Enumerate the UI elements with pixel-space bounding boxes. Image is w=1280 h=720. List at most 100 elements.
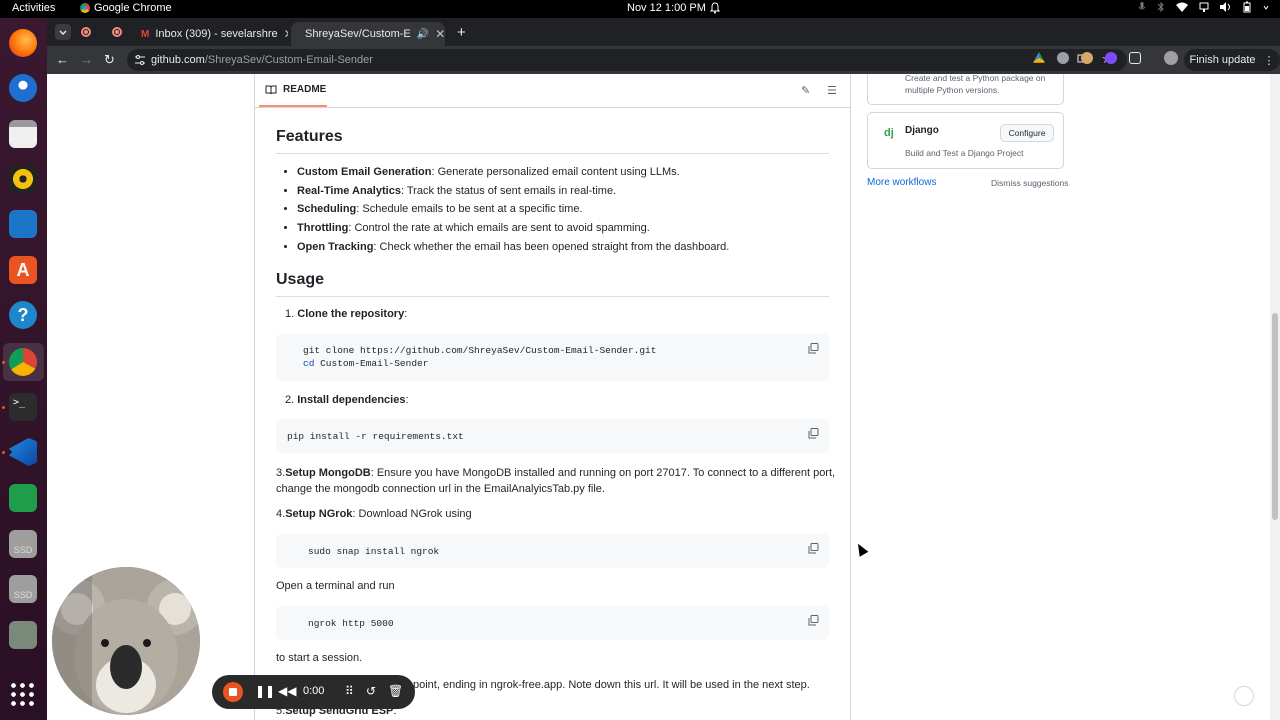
readme-panel: README ✎ ☰ Features Custom Email Generat… (254, 74, 851, 720)
github-page: README ✎ ☰ Features Custom Email Generat… (47, 74, 1270, 720)
feature-name: Real-Time Analytics (297, 184, 401, 197)
back-button[interactable]: ← (56, 52, 69, 67)
forward-button[interactable]: → (80, 52, 93, 67)
running-indicator (2, 406, 5, 409)
restart-icon[interactable]: ↺ (366, 684, 376, 698)
feature-desc: : Check whether the email has been opene… (373, 240, 730, 253)
close-tab-icon[interactable]: ✕ (284, 27, 288, 41)
profile-avatar[interactable] (1164, 51, 1178, 65)
terminal-icon[interactable]: >_ (9, 393, 37, 421)
ssd-drive-icon-2[interactable]: SSD (9, 575, 37, 603)
running-indicator (2, 361, 5, 364)
software-center-icon[interactable]: A (9, 256, 37, 284)
feature-desc: : Generate personalized email content us… (431, 166, 680, 178)
system-tray[interactable] (1138, 1, 1270, 13)
features-list: Custom Email Generation: Generate person… (276, 163, 729, 257)
stop-recording-button[interactable] (223, 682, 243, 702)
tab-strip: M Inbox (309) - sevelarshre ✕ ShreyaSev/… (47, 18, 1280, 46)
feature-name: Open Tracking (297, 240, 374, 253)
files-icon[interactable] (9, 120, 37, 148)
activities-button[interactable]: Activities (12, 2, 55, 14)
step-text: change the mongodb connection url in the… (276, 483, 605, 495)
show-apps-icon[interactable] (9, 681, 37, 709)
step-1: 1. Clone the repository: (285, 308, 407, 320)
django-workflow-card: dj Django Build and Test a Django Projec… (867, 112, 1064, 169)
url-host: github.com (151, 54, 205, 66)
trash-icon[interactable] (9, 621, 37, 649)
configure-button[interactable]: Configure (1000, 124, 1054, 142)
extension-icon[interactable] (1057, 52, 1069, 64)
firefox-icon[interactable] (9, 29, 37, 57)
close-tab-icon[interactable]: ✕ (435, 27, 445, 41)
step-number: 2. (285, 394, 295, 406)
step-title: Setup NGrok (285, 508, 353, 520)
thunderbird-icon[interactable] (9, 74, 37, 102)
tab-label: Inbox (309) - sevelarshre (155, 28, 278, 40)
copy-icon[interactable] (808, 615, 819, 626)
app-name: Google Chrome (94, 2, 172, 14)
dock: A ? >_ SSD SSD (0, 18, 47, 720)
readme-header: README ✎ ☰ (255, 74, 850, 108)
new-tab-button[interactable]: + (457, 24, 466, 41)
active-tab-underline (259, 105, 327, 107)
more-menu-icon[interactable]: ⋮ (1264, 54, 1275, 67)
finish-update-button[interactable]: Finish update ⋮ (1184, 49, 1280, 71)
code-block-clone: git clone https://github.com/ShreyaSev/C… (276, 334, 829, 381)
rewind-icon[interactable]: ◀◀ (278, 684, 296, 698)
code-line: pip install -r requirements.txt (287, 431, 464, 442)
book-icon (265, 85, 277, 94)
chrome-dock-icon[interactable] (9, 348, 37, 376)
readme-tab[interactable]: README (265, 84, 326, 95)
rhythmbox-icon[interactable] (9, 165, 37, 193)
scrollbar-thumb[interactable] (1272, 313, 1278, 520)
tab-github[interactable]: ShreyaSev/Custom-E 🔊 ✕ (291, 22, 445, 46)
extension-icon-2[interactable] (1081, 52, 1093, 64)
tab-search-icon[interactable] (55, 24, 71, 40)
koala-image (52, 567, 200, 715)
outline-list-icon[interactable]: ☰ (827, 84, 837, 97)
vscode-icon[interactable] (9, 438, 37, 466)
clock[interactable]: Nov 12 1:00 PM (627, 2, 706, 14)
writer-icon[interactable] (9, 210, 37, 238)
pause-icon[interactable]: ❚❚ (255, 684, 275, 698)
delete-icon[interactable]: 🗑 (388, 684, 403, 698)
recording-icon-2 (112, 27, 122, 37)
step-number: 1. (285, 308, 295, 320)
dismiss-suggestions-link[interactable]: Dismiss suggestions (991, 178, 1068, 188)
site-info-icon[interactable] (134, 54, 146, 69)
more-workflows-link[interactable]: More workflows (867, 177, 936, 188)
usage-heading-text: Usage (276, 271, 325, 288)
calc-icon[interactable] (9, 484, 37, 512)
feature-desc: : Control the rate at which emails are s… (348, 222, 650, 235)
address-bar[interactable]: github.com/ShreyaSev/Custom-Email-Sender… (127, 49, 1127, 71)
ssd-drive-icon[interactable]: SSD (9, 530, 37, 558)
extension-icon-3[interactable] (1105, 52, 1117, 64)
copy-icon[interactable] (808, 343, 819, 354)
code-block-install: pip install -r requirements.txt (276, 419, 829, 453)
volume-icon (1220, 2, 1230, 12)
feature-desc: : Schedule emails to be sent at a specif… (356, 203, 583, 216)
battery-icon (1243, 1, 1251, 13)
code-line: git clone https://github.com/ShreyaSev/C… (303, 345, 657, 356)
copy-icon[interactable] (808, 543, 819, 554)
copy-icon[interactable] (808, 428, 819, 439)
reload-button[interactable]: ↻ (104, 52, 115, 68)
edit-pencil-icon[interactable]: ✎ (801, 84, 810, 97)
step-title: Install dependencies (297, 394, 406, 406)
app-menu[interactable]: Google Chrome (80, 2, 172, 14)
help-icon[interactable]: ? (9, 301, 37, 329)
card-description: Create and test a Python package on mult… (905, 74, 1045, 96)
card-description: Build and Test a Django Project (905, 148, 1024, 158)
step-text: : Ensure you have MongoDB installed and … (370, 467, 836, 479)
step-colon: : (405, 394, 409, 406)
wifi-icon (1176, 2, 1188, 12)
copilot-icon[interactable] (1234, 686, 1254, 706)
grid-icon[interactable]: ⠿ (345, 684, 354, 698)
finish-update-label: Finish update (1189, 54, 1256, 66)
extensions-puzzle-icon[interactable] (1129, 52, 1141, 64)
tab-gmail[interactable]: M Inbox (309) - sevelarshre ✕ (133, 22, 288, 46)
gmail-icon: M (141, 28, 150, 40)
step-2: 2. Install dependencies: (285, 394, 409, 406)
mic-icon (1138, 2, 1146, 10)
step-title: Setup MongoDB (285, 467, 371, 479)
